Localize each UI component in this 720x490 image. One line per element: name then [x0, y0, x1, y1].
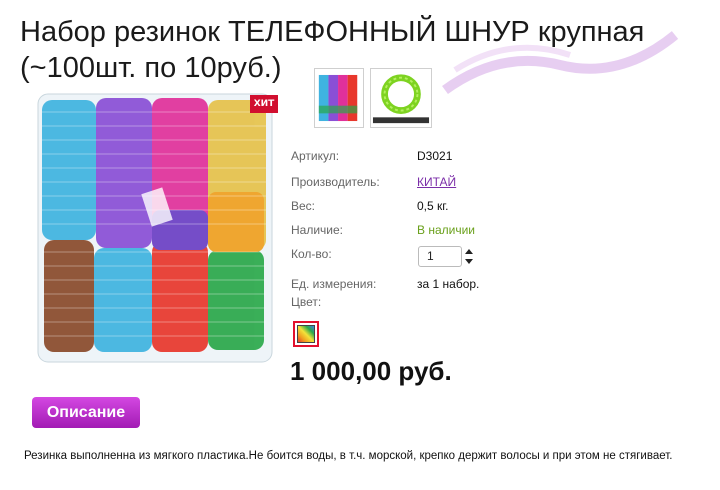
- unit-value: за 1 набор.: [417, 277, 480, 291]
- quantity-input[interactable]: 1: [418, 246, 462, 267]
- quantity-decrease-icon[interactable]: [465, 259, 473, 264]
- rainbow-swatch-icon: [297, 325, 315, 343]
- tab-description[interactable]: Описание: [32, 397, 140, 428]
- product-photo[interactable]: [34, 92, 276, 364]
- spec-label: Артикул:: [291, 149, 340, 163]
- weight-value: 0,5 кг.: [417, 199, 449, 213]
- manufacturer-link[interactable]: КИТАЙ: [417, 174, 456, 190]
- rainbow-swatch[interactable]: [293, 321, 319, 347]
- availability-status: В наличии: [417, 223, 476, 237]
- spec-label: Наличие:: [291, 223, 344, 237]
- quantity-increase-icon[interactable]: [465, 249, 473, 254]
- product-price: 1 000,00 руб.: [290, 356, 452, 386]
- spec-label: Производитель:: [291, 175, 380, 189]
- thumbnail-photo-green-ring[interactable]: [370, 68, 432, 128]
- spec-label: Кол-во:: [291, 247, 332, 261]
- spec-label: Ед. измерения:: [291, 277, 377, 291]
- hit-badge: ХИТ: [250, 95, 278, 113]
- thumbnail-photo-assorted[interactable]: [314, 68, 364, 128]
- spec-label: Цвет:: [291, 295, 322, 309]
- product-description: Резинка выполненна из мягкого пластика.Н…: [24, 450, 673, 462]
- spec-label: Вес:: [291, 199, 316, 213]
- article-value: D3021: [417, 149, 453, 163]
